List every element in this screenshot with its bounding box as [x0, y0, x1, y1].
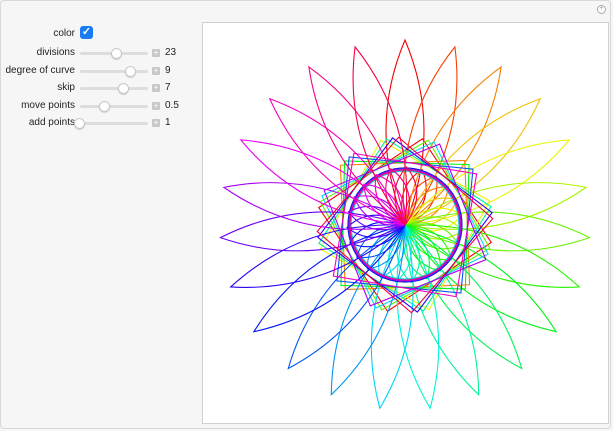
add-points-expand-icon[interactable]: + [152, 119, 160, 127]
petal-curve [404, 224, 480, 396]
degree-of-curve-label: degree of curve [5, 64, 76, 76]
rosette-graphic [219, 38, 591, 410]
degree-of-curve-value: 9 [165, 64, 171, 76]
skip-control: skip + 7 [0, 81, 200, 95]
move-points-value: 0.5 [165, 99, 179, 111]
color-control: color ✓ [0, 26, 200, 41]
add-points-slider-thumb[interactable] [74, 118, 85, 129]
options-icon[interactable]: + [597, 5, 606, 14]
add-points-label: add points [28, 117, 75, 128]
divisions-expand-icon[interactable]: + [152, 49, 160, 57]
degree-of-curve-control: degree of curve + 9 [0, 64, 200, 78]
divisions-slider-thumb[interactable] [111, 48, 123, 59]
skip-label: skip [57, 82, 75, 93]
skip-slider[interactable] [80, 83, 148, 94]
color-checkbox[interactable]: ✓ [80, 26, 93, 39]
divisions-slider[interactable] [80, 48, 148, 59]
add-points-value: 1 [165, 117, 171, 128]
color-label: color [53, 28, 75, 39]
petal-curve [404, 224, 581, 288]
move-points-expand-icon[interactable]: + [152, 101, 160, 110]
petal-curve [229, 224, 406, 288]
move-points-control: move points + 0.5 [0, 99, 200, 113]
divisions-value: 23 [165, 47, 177, 58]
skip-value: 7 [165, 82, 171, 93]
add-points-slider[interactable] [74, 118, 148, 129]
skip-slider-thumb[interactable] [118, 83, 130, 94]
degree-of-curve-slider-thumb[interactable] [125, 65, 136, 77]
add-points-control: add points + 1 [0, 116, 200, 130]
divisions-control: divisions + 23 [0, 46, 200, 60]
degree-of-curve-expand-icon[interactable]: + [152, 66, 160, 75]
move-points-label: move points [21, 99, 75, 111]
plot-area [202, 22, 609, 424]
divisions-label: divisions [36, 47, 75, 58]
degree-of-curve-slider[interactable] [80, 65, 148, 77]
move-points-slider[interactable] [80, 100, 148, 112]
skip-expand-icon[interactable]: + [152, 84, 160, 92]
move-points-slider-thumb[interactable] [99, 100, 111, 112]
